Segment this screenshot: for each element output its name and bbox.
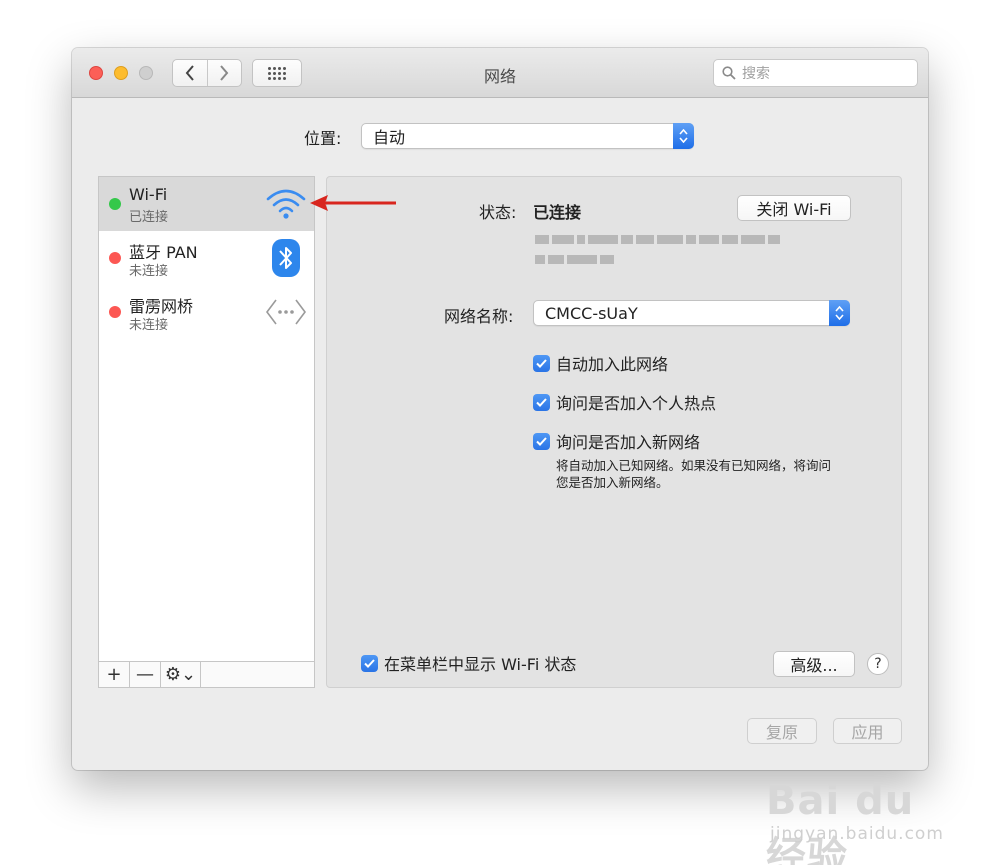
location-popup[interactable]: 自动 [361, 123, 694, 149]
service-status: 未连接 [129, 264, 169, 279]
search-field[interactable]: 搜索 [713, 59, 918, 87]
network-name-value: CMCC-sUaY [545, 303, 638, 323]
status-dot [109, 198, 121, 210]
turn-off-wifi-button[interactable]: 关闭 Wi-Fi [737, 195, 851, 221]
service-list-toolbar: + — ⚙⌄ [99, 661, 314, 687]
service-item-bluetooth-pan[interactable]: 蓝牙 PAN 未连接 [99, 231, 314, 285]
help-button[interactable]: ? [867, 653, 889, 675]
updown-arrow-icon [829, 300, 850, 326]
redacted-status-text-2 [535, 249, 617, 264]
status-value: 已连接 [533, 203, 582, 222]
title-bar: 网络 搜索 [72, 48, 928, 98]
network-name-popup[interactable]: CMCC-sUaY [533, 300, 850, 326]
remove-service-button[interactable]: — [130, 662, 161, 687]
bluetooth-icon [265, 239, 307, 277]
checkbox-label: 询问是否加入个人热点 [556, 394, 717, 413]
status-dot [109, 306, 121, 318]
add-service-button[interactable]: + [99, 662, 130, 687]
checkbox-label: 在菜单栏中显示 Wi-Fi 状态 [384, 655, 577, 674]
service-item-thunderbolt-bridge[interactable]: 雷雳网桥 未连接 [99, 285, 314, 339]
join-network-note: 将自动加入已知网络。如果没有已知网络，将询问 您是否加入新网络。 [556, 457, 856, 491]
detail-panel: 状态: 已连接 关闭 Wi-Fi 网络名称: CMCC-sUaY 自动加入此网络… [326, 176, 902, 688]
redacted-status-text [535, 229, 783, 244]
thunderbolt-bridge-icon [265, 293, 307, 331]
gear-menu-button[interactable]: ⚙⌄ [161, 662, 201, 687]
auto-join-checkbox[interactable]: 自动加入此网络 [533, 351, 668, 375]
checkbox-label: 询问是否加入新网络 [556, 433, 701, 452]
show-in-menubar-checkbox[interactable]: 在菜单栏中显示 Wi-Fi 状态 [361, 651, 576, 675]
service-name: Wi-Fi [129, 185, 168, 204]
location-value: 自动 [373, 128, 406, 147]
service-list: Wi-Fi 已连接 蓝牙 PAN 未连接 雷雳网桥 未连接 + — ⚙⌄ [98, 176, 315, 688]
baidu-watermark: Bai du 经验 jingyan.baidu.com [760, 758, 960, 865]
status-label: 状态: [479, 203, 517, 222]
note-line: 将自动加入已知网络。如果没有已知网络，将询问 [556, 458, 832, 473]
apply-button[interactable]: 应用 [833, 718, 902, 744]
search-placeholder: 搜索 [742, 66, 770, 82]
location-label: 位置: [304, 129, 342, 148]
revert-button[interactable]: 复原 [747, 718, 817, 744]
service-status: 未连接 [129, 318, 169, 333]
note-line: 您是否加入新网络。 [556, 475, 669, 490]
checkmark-icon [533, 432, 550, 450]
status-dot [109, 252, 121, 264]
annotation-arrow-icon [310, 195, 396, 211]
watermark-logo: Bai du 经验 [766, 778, 915, 865]
checkmark-icon [533, 393, 550, 411]
checkmark-icon [361, 654, 378, 672]
checkmark-icon [533, 354, 550, 372]
service-status: 已连接 [129, 210, 169, 225]
search-icon [722, 66, 736, 80]
advanced-button[interactable]: 高级... [773, 651, 855, 677]
watermark-url: jingyan.baidu.com [770, 824, 944, 844]
ask-new-network-checkbox[interactable]: 询问是否加入新网络 [533, 429, 700, 453]
network-preferences-window: 网络 搜索 位置: 自动 Wi-Fi 已连接 蓝牙 PAN 未连接 雷雳网桥 未… [72, 48, 928, 770]
wifi-icon [265, 185, 307, 223]
service-item-wifi[interactable]: Wi-Fi 已连接 [99, 177, 314, 231]
updown-arrow-icon [673, 123, 694, 149]
ask-hotspot-checkbox[interactable]: 询问是否加入个人热点 [533, 390, 716, 414]
network-name-label: 网络名称: [444, 307, 514, 326]
checkbox-label: 自动加入此网络 [556, 355, 669, 374]
